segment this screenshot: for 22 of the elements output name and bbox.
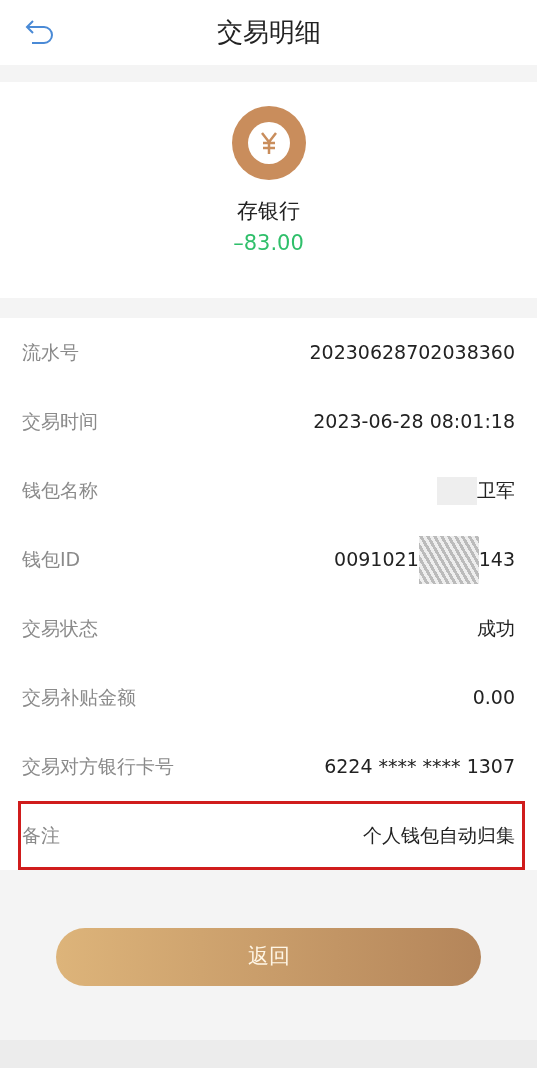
field-value: 143 (478, 547, 515, 573)
field-label: 交易对方银行卡号 (22, 754, 174, 780)
field-value: 0091021 (334, 547, 419, 573)
field-label: 钱包名称 (22, 478, 98, 504)
field-value: 成功 (477, 616, 515, 642)
field-value: 6224 **** **** 1307 (324, 754, 515, 780)
transaction-type: 存银行 (237, 198, 300, 225)
field-value: 2023-06-28 08:01:18 (313, 409, 515, 435)
field-value: 个人钱包自动归集 (363, 823, 515, 849)
page-title: 交易明细 (216, 16, 321, 49)
yuan-coin-icon (231, 106, 306, 180)
field-label: 流水号 (22, 340, 79, 366)
field-value: 20230628702038360 (309, 340, 515, 366)
field-label: 交易补贴金额 (22, 685, 136, 711)
field-label: 钱包ID (22, 547, 81, 573)
field-value: 卫军 (477, 478, 515, 504)
field-label: 交易时间 (22, 409, 98, 435)
field-value: 0.00 (472, 685, 515, 711)
field-label: 交易状态 (22, 616, 98, 642)
field-label: 备注 (22, 823, 60, 849)
back-button[interactable]: 返回 (56, 928, 481, 986)
amount: –83.00 (233, 229, 304, 257)
